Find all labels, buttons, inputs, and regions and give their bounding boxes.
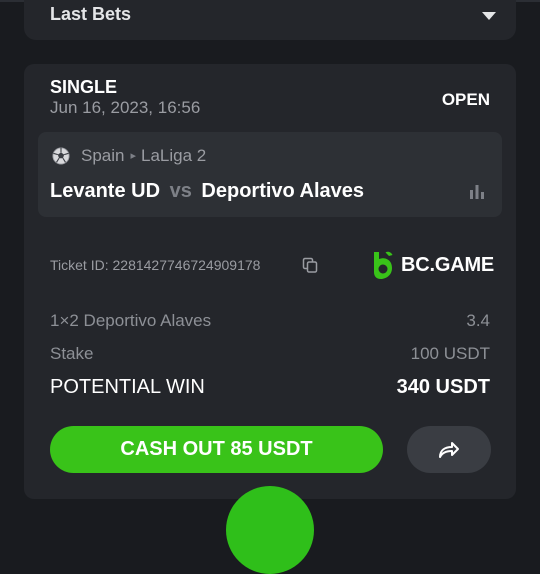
selection-label: 1×2 Deportivo Alaves — [50, 311, 212, 330]
brand-name: BC.GAME — [401, 253, 495, 276]
potential-win-row: POTENTIAL WIN 340 USDT — [50, 376, 490, 399]
potential-win-label: POTENTIAL WIN — [50, 376, 205, 398]
match-teams: Levante UD vs Deportivo Alaves — [50, 180, 364, 203]
odds-value: 3.4 — [466, 311, 490, 330]
selection-row: 1×2 Deportivo Alaves 3.4 — [50, 311, 490, 331]
potential-win-value: 340 USDT — [396, 376, 490, 398]
last-bets-dropdown[interactable]: Last Bets — [24, 0, 516, 40]
away-team: Deportivo Alaves — [201, 180, 365, 202]
country-name: Spain — [81, 146, 125, 165]
bar-chart-icon[interactable] — [468, 182, 486, 200]
breadcrumb-separator-icon: ▸ — [130, 150, 137, 162]
stake-row: Stake 100 USDT — [50, 344, 490, 364]
league-breadcrumb: Spain ▸ LaLiga 2 — [81, 146, 206, 166]
ticket-label: Ticket ID: — [50, 257, 109, 273]
copy-icon[interactable] — [301, 256, 319, 274]
league-name: LaLiga 2 — [141, 146, 207, 165]
ticket-id: Ticket ID: 2281427746724909178 — [50, 257, 260, 273]
cash-out-button[interactable]: CASH OUT 85 USDT — [50, 426, 383, 473]
bet-type: SINGLE — [50, 77, 118, 97]
vs-label: vs — [169, 180, 192, 202]
soccer-ball-icon — [52, 147, 70, 165]
bet-card: SINGLE Jun 16, 2023, 16:56 OPEN Spain ▸ La… — [24, 64, 516, 499]
home-team: Levante UD — [50, 180, 161, 202]
floating-action-button[interactable] — [226, 486, 314, 574]
match-info[interactable]: Spain ▸ LaLiga 2 Levante UD vs Deportivo A… — [38, 132, 502, 217]
bc-game-logo: BC.GAME — [370, 250, 494, 280]
share-button[interactable] — [407, 426, 491, 473]
bet-date: Jun 16, 2023, 16:56 — [50, 98, 201, 117]
share-arrow-icon — [439, 441, 459, 458]
bet-status-badge: OPEN — [441, 90, 490, 109]
last-bets-label: Last Bets — [50, 4, 132, 24]
caret-down-icon[interactable] — [482, 12, 496, 20]
bc-game-logo-icon — [374, 251, 393, 279]
stake-value: 100 USDT — [410, 344, 490, 363]
ticket-number: 2281427746724909178 — [112, 257, 261, 273]
stake-label: Stake — [50, 344, 94, 363]
